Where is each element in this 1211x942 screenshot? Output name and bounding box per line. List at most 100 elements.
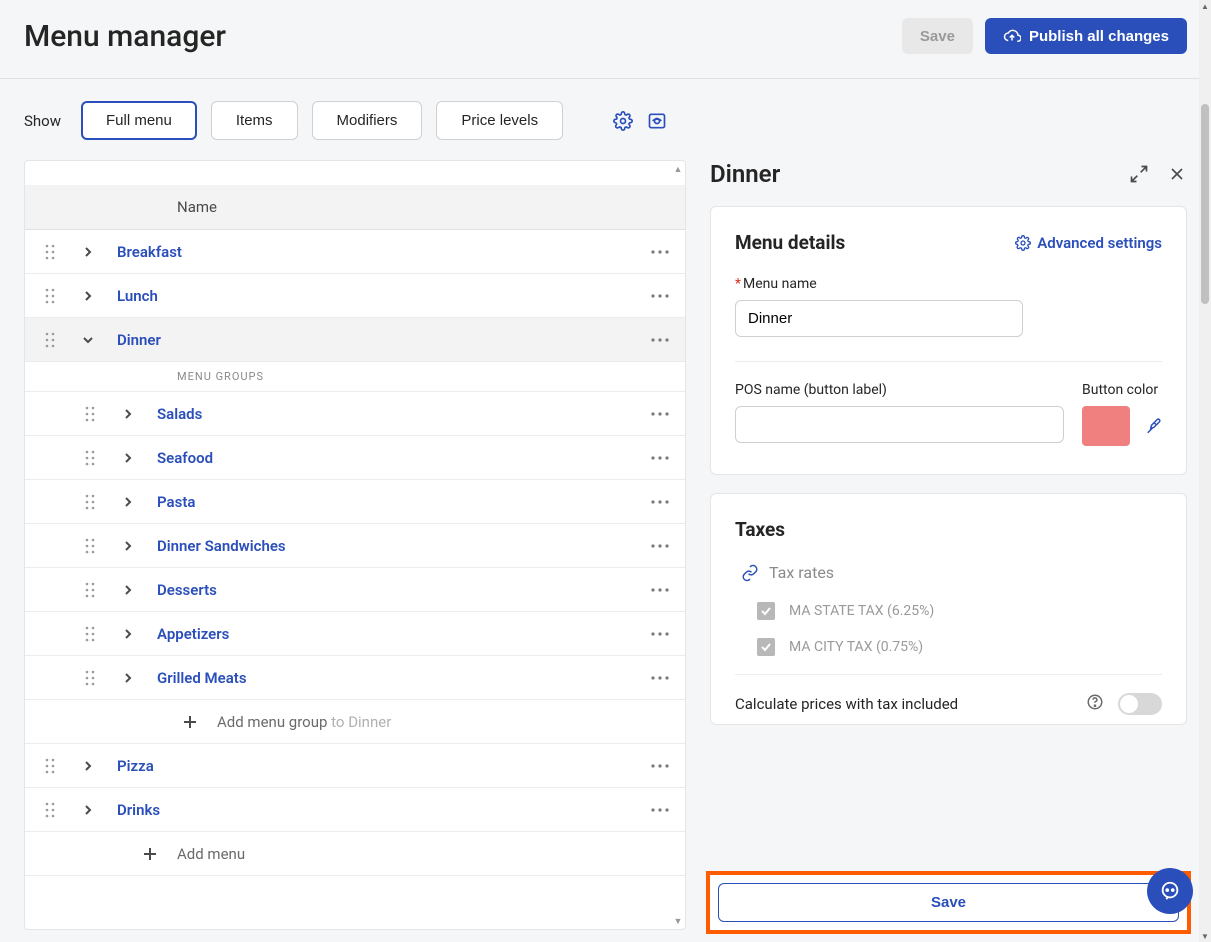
group-row-desserts[interactable]: Desserts	[25, 568, 685, 612]
menu-row-lunch[interactable]: Lunch	[25, 274, 685, 318]
drag-handle-icon[interactable]	[81, 494, 99, 510]
checkbox-checked-icon[interactable]	[757, 638, 775, 656]
button-color-label: Button color	[1082, 382, 1162, 398]
chevron-right-icon[interactable]	[119, 628, 137, 640]
add-menu-row[interactable]: Add menu	[25, 832, 685, 876]
chevron-right-icon[interactable]	[79, 246, 97, 258]
menu-row-drinks[interactable]: Drinks	[25, 788, 685, 832]
group-label[interactable]: Salads	[157, 405, 202, 423]
pos-name-input[interactable]	[735, 406, 1064, 443]
chevron-right-icon[interactable]	[119, 452, 137, 464]
group-row-appetizers[interactable]: Appetizers	[25, 612, 685, 656]
chevron-right-icon[interactable]	[119, 408, 137, 420]
tab-items[interactable]: Items	[211, 101, 298, 140]
tab-full-menu[interactable]: Full menu	[81, 101, 197, 140]
drag-handle-icon[interactable]	[81, 582, 99, 598]
save-highlight: Save	[706, 871, 1191, 934]
group-label[interactable]: Pasta	[157, 493, 195, 511]
calc-tax-label: Calculate prices with tax included	[735, 693, 1072, 716]
tab-modifiers[interactable]: Modifiers	[312, 101, 423, 140]
menu-row-dinner[interactable]: Dinner	[25, 318, 685, 362]
publish-button[interactable]: Publish all changes	[985, 18, 1187, 54]
menu-label[interactable]: Lunch	[117, 287, 158, 305]
info-icon[interactable]	[1086, 693, 1104, 711]
chevron-right-icon[interactable]	[119, 540, 137, 552]
menu-row-breakfast[interactable]: Breakfast	[25, 230, 685, 274]
drag-handle-icon[interactable]	[81, 406, 99, 422]
chevron-right-icon[interactable]	[79, 760, 97, 772]
show-label: Show	[24, 112, 61, 130]
chat-icon	[1159, 880, 1181, 902]
chevron-right-icon[interactable]	[119, 584, 137, 596]
chevron-right-icon[interactable]	[119, 672, 137, 684]
more-icon[interactable]	[651, 250, 669, 254]
advanced-settings-link[interactable]: Advanced settings	[1015, 234, 1162, 252]
color-swatch[interactable]	[1082, 406, 1130, 446]
more-icon[interactable]	[651, 500, 669, 504]
calc-tax-toggle[interactable]	[1118, 693, 1162, 715]
more-icon[interactable]	[651, 588, 669, 592]
more-icon[interactable]	[651, 338, 669, 342]
more-icon[interactable]	[651, 294, 669, 298]
more-icon[interactable]	[651, 676, 669, 680]
scroll-up-icon[interactable]: ▲	[1199, 0, 1211, 12]
drag-handle-icon[interactable]	[81, 626, 99, 642]
drag-handle-icon[interactable]	[81, 538, 99, 554]
menu-label[interactable]: Breakfast	[117, 243, 182, 261]
group-row-seafood[interactable]: Seafood	[25, 436, 685, 480]
scroll-up-icon[interactable]: ▲	[672, 163, 684, 175]
expand-icon[interactable]	[1129, 164, 1149, 184]
more-icon[interactable]	[651, 544, 669, 548]
group-row-salads[interactable]: Salads	[25, 392, 685, 436]
add-menu-group-row[interactable]: Add menu group to Dinner	[25, 700, 685, 744]
scroll-down-icon[interactable]: ▼	[1199, 930, 1211, 942]
save-button-bottom[interactable]: Save	[718, 883, 1179, 922]
more-icon[interactable]	[651, 632, 669, 636]
more-icon[interactable]	[651, 764, 669, 768]
page-scrollbar[interactable]: ▲ ▼	[1199, 0, 1211, 942]
group-row-grilled-meats[interactable]: Grilled Meats	[25, 656, 685, 700]
tax-item-city: MA CITY TAX (0.75%)	[757, 638, 1162, 656]
group-label[interactable]: Seafood	[157, 449, 213, 467]
main-content: ▲ Name Breakfast Lunch	[0, 160, 1211, 930]
drag-handle-icon[interactable]	[41, 244, 59, 260]
chat-fab[interactable]	[1147, 868, 1193, 914]
group-row-dinner-sandwiches[interactable]: Dinner Sandwiches	[25, 524, 685, 568]
chevron-right-icon[interactable]	[119, 496, 137, 508]
gear-icon	[1015, 235, 1031, 251]
menu-name-input[interactable]	[735, 300, 1023, 337]
scrollbar-thumb[interactable]	[1201, 104, 1209, 304]
drag-handle-icon[interactable]	[41, 802, 59, 818]
eyedropper-icon[interactable]	[1144, 417, 1162, 435]
checkbox-checked-icon[interactable]	[757, 602, 775, 620]
drag-handle-icon[interactable]	[41, 332, 59, 348]
tab-price-levels[interactable]: Price levels	[436, 101, 563, 140]
drag-handle-icon[interactable]	[41, 758, 59, 774]
drag-handle-icon[interactable]	[41, 288, 59, 304]
scroll-down-icon[interactable]: ▼	[672, 915, 684, 927]
taxes-title: Taxes	[735, 518, 1162, 541]
group-label[interactable]: Grilled Meats	[157, 669, 247, 687]
tax-rates-link[interactable]: Tax rates	[741, 563, 834, 582]
close-icon[interactable]	[1167, 164, 1187, 184]
group-label[interactable]: Appetizers	[157, 625, 229, 643]
preview-icon[interactable]	[647, 111, 667, 131]
menu-row-pizza[interactable]: Pizza	[25, 744, 685, 788]
drag-handle-icon[interactable]	[81, 450, 99, 466]
gear-icon[interactable]	[613, 111, 633, 131]
menu-label[interactable]: Pizza	[117, 757, 154, 775]
plus-icon	[141, 847, 159, 861]
chevron-down-icon[interactable]	[79, 334, 97, 346]
add-menu-group-label: Add menu group to Dinner	[217, 713, 391, 731]
group-row-pasta[interactable]: Pasta	[25, 480, 685, 524]
drag-handle-icon[interactable]	[81, 670, 99, 686]
group-label[interactable]: Dinner Sandwiches	[157, 537, 286, 555]
more-icon[interactable]	[651, 808, 669, 812]
chevron-right-icon[interactable]	[79, 804, 97, 816]
group-label[interactable]: Desserts	[157, 581, 217, 599]
menu-label[interactable]: Dinner	[117, 331, 161, 349]
chevron-right-icon[interactable]	[79, 290, 97, 302]
more-icon[interactable]	[651, 412, 669, 416]
menu-label[interactable]: Drinks	[117, 801, 160, 819]
more-icon[interactable]	[651, 456, 669, 460]
